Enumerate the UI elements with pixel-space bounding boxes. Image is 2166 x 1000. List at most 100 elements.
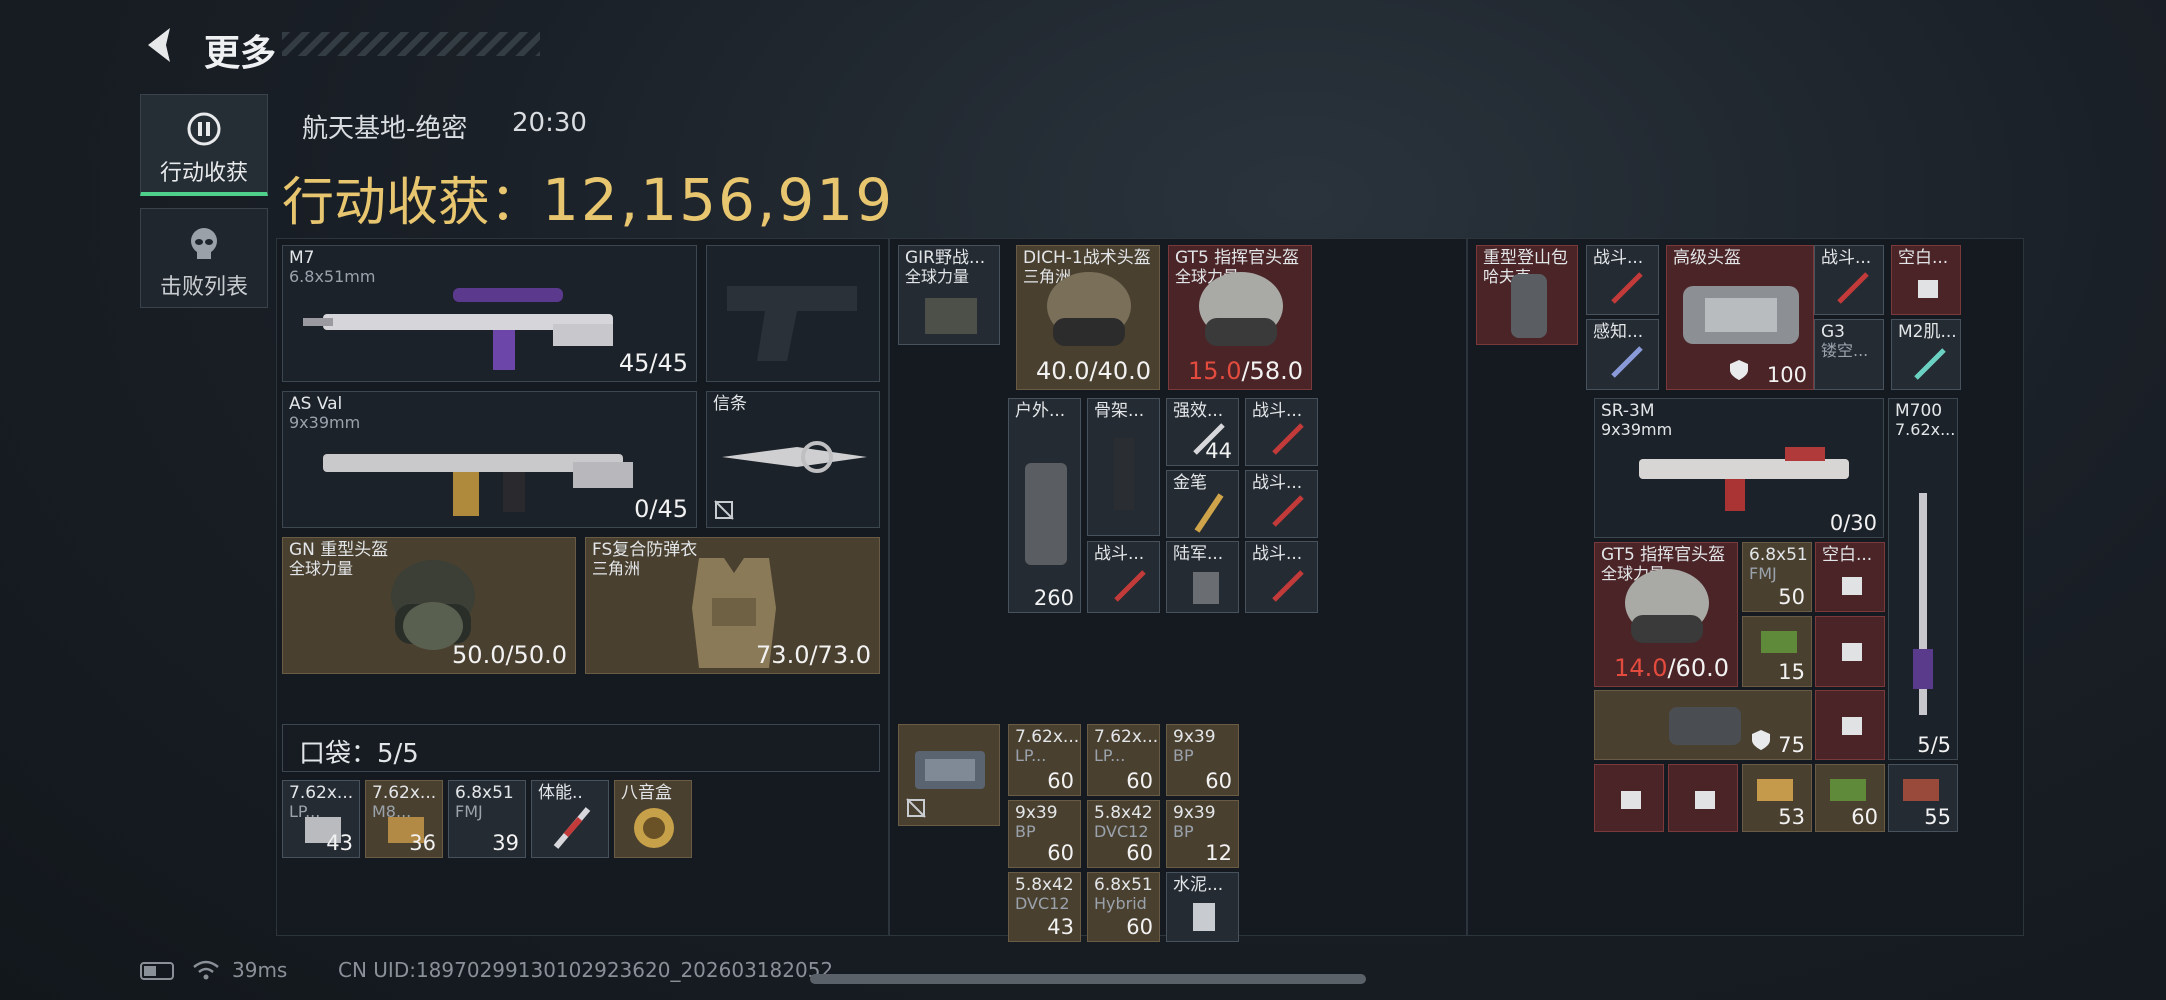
backpack-item[interactable]: 战斗... <box>1814 245 1884 315</box>
item-count: 43 <box>1047 915 1074 939</box>
syringe-icon <box>1914 348 1946 380</box>
usb-icon <box>1621 791 1641 809</box>
bottom-item[interactable]: 60 <box>1815 764 1885 832</box>
tab-kill-list[interactable]: 击败列表 <box>140 208 268 308</box>
syringe-icon <box>1611 346 1643 378</box>
backpack-item[interactable]: 战斗... <box>1245 398 1318 466</box>
backpack-slot[interactable]: 重型登山包 哈夫克 <box>1476 245 1578 345</box>
backpack-item[interactable]: 陆军... <box>1166 541 1239 613</box>
home-indicator[interactable] <box>810 974 1366 984</box>
ammo-item[interactable]: 6.8x51 Hybrid 60 <box>1087 872 1160 942</box>
divider <box>1466 238 1468 936</box>
item-name: 9x39 <box>1173 727 1216 747</box>
ammo-item[interactable]: 水泥... <box>1166 872 1239 942</box>
backpack-item[interactable] <box>1815 616 1885 687</box>
backpack-item[interactable]: 战斗... <box>1087 541 1160 613</box>
armor-slot[interactable]: FS复合防弹衣 三角洲 73.0/73.0 <box>585 537 880 674</box>
summary-label: 行动收获： <box>282 173 543 233</box>
locked-slot-icon <box>906 798 926 818</box>
chest-rig-slot[interactable]: GIR野战... 全球力量 <box>898 245 1000 345</box>
backpack-item[interactable] <box>1815 690 1885 760</box>
backpack-item[interactable]: 战斗... <box>1586 245 1659 315</box>
ammo-count: 5/5 <box>1917 733 1951 757</box>
backpack-item[interactable]: 战斗... <box>1245 470 1318 538</box>
map-name: 航天基地-绝密 <box>302 114 468 144</box>
backpack-item[interactable]: M2肌... <box>1891 319 1961 390</box>
safe-box-slot[interactable] <box>898 724 1000 826</box>
bottom-item[interactable] <box>1668 764 1738 832</box>
ammo-item[interactable]: 9x39 BP 60 <box>1166 724 1239 796</box>
helmet-slot[interactable]: GN 重型头盔 全球力量 50.0/50.0 <box>282 537 576 674</box>
helmet-icon <box>1047 272 1131 346</box>
locked-slot-icon <box>714 500 734 520</box>
helmet-loot-slot[interactable]: GT5 指挥官头盔 全球力量 14.0/60.0 <box>1594 542 1738 687</box>
item-sub: FMJ <box>1749 564 1777 583</box>
weapon-loot-slot[interactable]: SR-3M 9x39mm 0/30 <box>1594 398 1884 538</box>
item-name: GT5 指挥官头盔 <box>1601 545 1726 565</box>
armor-name: FS复合防弹衣 <box>592 540 698 560</box>
backpack-item[interactable]: 感知... <box>1586 319 1659 390</box>
helmet-loot-slot[interactable]: GT5 指挥官头盔 全球力量 15.0/58.0 <box>1168 245 1312 390</box>
weapon-loot-slot[interactable]: M700 7.62x... 5/5 <box>1888 398 1958 760</box>
secondary-weapon-slot[interactable]: AS Val 9x39mm 0/45 <box>282 391 697 528</box>
armor-durability: 73.0/73.0 <box>756 641 871 669</box>
helmet-source: 全球力量 <box>289 559 354 578</box>
item-count: 60 <box>1851 805 1878 829</box>
item-count: 60 <box>1126 841 1153 865</box>
backpack-item[interactable]: 强效... 44 <box>1166 398 1239 466</box>
pocket-item[interactable]: 6.8x51 FMJ 39 <box>448 780 526 858</box>
ammo-item[interactable]: 5.8x42 DVC12 60 <box>1087 800 1160 868</box>
bottom-item[interactable] <box>1594 764 1664 832</box>
ammo-item[interactable]: 7.62x... LP... 60 <box>1008 724 1081 796</box>
backpack-item[interactable]: 空白... <box>1891 245 1961 315</box>
ammo-item[interactable]: 5.8x42 DVC12 43 <box>1008 872 1081 942</box>
pocket-item[interactable]: 八音盒 <box>614 780 692 858</box>
rifle-icon <box>323 454 633 516</box>
backpack-item[interactable]: 金笔 <box>1166 470 1239 538</box>
sidearm-slot[interactable] <box>706 245 880 382</box>
helmet-case-slot[interactable]: 高级头盔 100 <box>1666 245 1814 390</box>
item-name: GT5 指挥官头盔 <box>1175 248 1300 268</box>
item-sub: LP... <box>1094 746 1126 765</box>
ammo-item[interactable]: 15 <box>1742 616 1812 687</box>
backpack-item[interactable]: G3 镂空... <box>1814 319 1884 390</box>
back-button[interactable]: 更多 <box>140 22 290 74</box>
item-sub: LP... <box>1015 746 1047 765</box>
pocket-item[interactable]: 体能.. <box>531 780 609 858</box>
backpack-item[interactable]: 战斗... <box>1245 541 1318 613</box>
primary-weapon-slot[interactable]: M7 6.8x51mm 45/45 <box>282 245 697 382</box>
item-count: 50 <box>1778 585 1805 609</box>
bottom-item[interactable]: 55 <box>1888 764 1958 832</box>
item-name: 感知... <box>1593 322 1644 342</box>
gold-pen-icon <box>1194 493 1224 533</box>
item-count: 100 <box>1766 363 1807 387</box>
bag-slot[interactable]: 75 <box>1594 690 1812 760</box>
usb-icon <box>1842 643 1862 661</box>
ammo-box-icon <box>1903 779 1939 801</box>
item-name: 重型登山包 <box>1483 248 1568 268</box>
pocket-item[interactable]: 7.62x... LP... 43 <box>282 780 360 858</box>
item-count: 55 <box>1924 805 1951 829</box>
durability: 15.0/58.0 <box>1188 357 1303 385</box>
tab-label: 行动收获 <box>159 161 248 186</box>
backpack-item[interactable]: 空白... <box>1815 542 1885 612</box>
melee-slot[interactable]: 信条 <box>706 391 880 528</box>
item-name: 7.62x... <box>1094 727 1159 747</box>
ammo-item[interactable]: 9x39 BP 12 <box>1166 800 1239 868</box>
pocket-item[interactable]: 7.62x... M8... 36 <box>365 780 443 858</box>
usb-icon <box>1842 717 1862 735</box>
bottom-item[interactable]: 53 <box>1742 764 1812 832</box>
item-name: M2肌... <box>1898 322 1957 342</box>
ammo-item[interactable]: 6.8x51 FMJ 50 <box>1742 542 1812 612</box>
bag-icon <box>1669 707 1741 745</box>
ammo-item[interactable]: 9x39 BP 60 <box>1008 800 1081 868</box>
backpack-item[interactable]: 户外... 260 <box>1008 398 1081 613</box>
item-name: 7.62x... <box>289 783 354 803</box>
backpack-item[interactable]: 骨架... <box>1087 398 1160 536</box>
item-name: 6.8x51 <box>1094 875 1153 895</box>
helmet-loot-slot[interactable]: DICH-1战术头盔 三角洲 40.0/40.0 <box>1016 245 1160 390</box>
tab-operation-loot[interactable]: 行动收获 <box>140 94 268 196</box>
ammo-item[interactable]: 7.62x... LP... 60 <box>1087 724 1160 796</box>
chest-rig-icon <box>925 298 977 334</box>
item-count: 75 <box>1778 733 1805 757</box>
